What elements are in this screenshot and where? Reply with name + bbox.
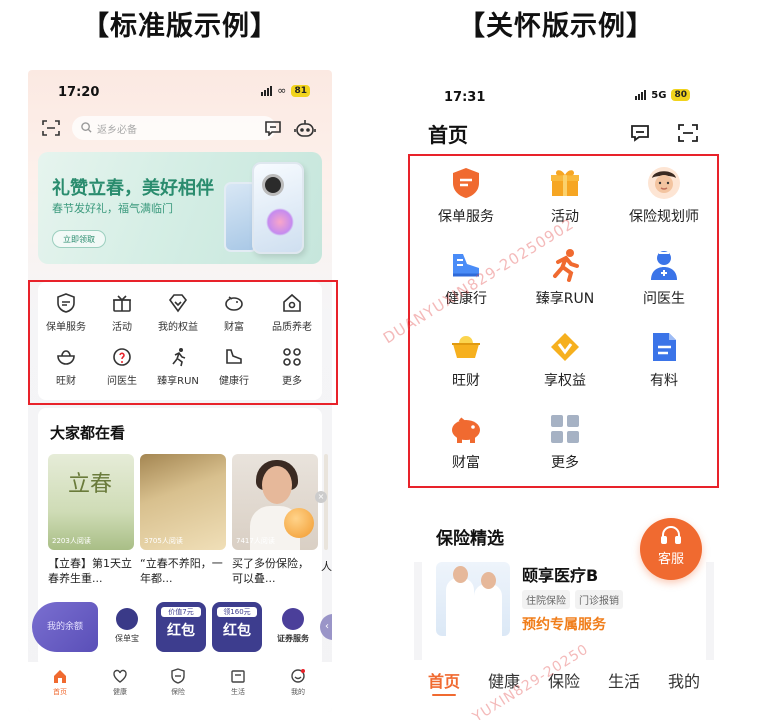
promo-banner[interactable]: 礼赞立春，美好相伴 春节发好礼，福气满临门 立即领取 (38, 152, 322, 264)
red-packet-label: 红包 (223, 623, 251, 639)
banner-claim-button[interactable]: 立即领取 (52, 230, 106, 248)
bao-label: 保单宝 (115, 634, 139, 643)
heart-icon (113, 669, 127, 683)
red-packet-tag: 领160元 (217, 607, 257, 617)
shield-icon (171, 668, 185, 684)
tab-label: 健康 (113, 688, 127, 696)
image-caption: 立春 (68, 472, 113, 497)
section-title: 大家都在看 (50, 424, 126, 442)
balance-button[interactable]: 我的余额 (32, 602, 98, 652)
close-icon[interactable]: × (315, 491, 327, 503)
article-card[interactable]: 3705人阅读 “立春不养阳，一年都... (140, 454, 226, 586)
banner-title: 礼赞立春，美好相伴 (52, 178, 214, 199)
article-card[interactable]: 立春 2203人阅读 【立春】第1天立春养生重... (48, 454, 134, 586)
collapse-icon[interactable]: ‹ (320, 614, 332, 640)
customer-service-button[interactable]: 客服 (640, 518, 702, 580)
tab-home[interactable]: 首页 (428, 668, 460, 696)
tab-mine[interactable]: 我的 (668, 668, 700, 692)
securities-label: 证券服务 (277, 634, 309, 643)
read-count: 3705人阅读 (144, 537, 183, 545)
section-title: 保险精选 (436, 529, 504, 549)
securities-icon (282, 608, 304, 630)
tab-item[interactable]: 我的 (278, 668, 318, 697)
red-packet-2[interactable]: 领160元红包 (212, 602, 262, 652)
banner-subtitle: 春节发好礼，福气满临门 (52, 202, 173, 215)
product-tag: 住院保险 (522, 590, 570, 609)
read-count: 2203人阅读 (52, 537, 91, 545)
status-time: 17:20 (58, 85, 100, 100)
tab-label: 保险 (171, 688, 185, 696)
smile-face-icon (291, 669, 305, 683)
red-packet-tag: 价值7元 (161, 607, 201, 617)
article-title: “立春不养阳，一年都... (140, 557, 223, 585)
search-icon (81, 122, 92, 133)
promo-strip: 我的余额 保单宝 价值7元红包 领160元红包 证券服务 ‹ (32, 598, 332, 656)
message-icon[interactable] (630, 124, 650, 142)
product-image (436, 562, 510, 636)
red-packet-label: 红包 (167, 623, 195, 639)
tab-label: 生活 (231, 688, 245, 696)
article-title: 买了多份保险，可以叠... (232, 557, 309, 585)
service-label: 客服 (657, 552, 684, 567)
scan-icon[interactable] (42, 119, 60, 137)
tab-bar: 首页 健康 保险 生活 我的 (28, 662, 332, 712)
product-name[interactable]: 颐享医疗B (522, 562, 598, 586)
bag-icon (231, 670, 245, 683)
securities-button[interactable]: 证券服务 (268, 602, 318, 652)
tab-label: 我的 (291, 688, 305, 696)
tab-item[interactable]: 首页 (40, 668, 80, 697)
home-icon (54, 670, 66, 683)
caption-standard: 【标准版示例】 (82, 11, 278, 42)
robot-assistant-icon[interactable] (294, 118, 316, 138)
status-bar: 17:31 5G 80 (414, 72, 714, 108)
caption-care: 【关怀版示例】 (458, 11, 654, 42)
read-count: 7417人阅读 (236, 537, 275, 545)
product-tag: 门诊报销 (575, 590, 623, 609)
reserve-service-link[interactable]: 预约专属服务 (522, 614, 606, 634)
policy-bao-button[interactable]: 保单宝 (104, 602, 150, 652)
article-image: 3705人阅读 (140, 454, 226, 550)
battery-badge: 80 (671, 89, 690, 101)
tab-item[interactable]: 生活 (218, 668, 258, 697)
link-icon: ∞ (277, 84, 287, 97)
partial-card-title: 人 (321, 560, 332, 573)
search-input[interactable]: 返乡必备 (72, 116, 276, 140)
headset-icon (661, 526, 681, 544)
tab-item[interactable]: 保险 (158, 668, 198, 697)
tab-label: 首页 (53, 688, 67, 696)
article-card[interactable]: 7417人阅读 买了多份保险，可以叠... (232, 454, 318, 586)
product-tags: 住院保险 门诊报销 (522, 590, 623, 609)
article-image: 立春 2203人阅读 (48, 454, 134, 550)
highlight-box-standard (28, 280, 338, 405)
red-packet-1[interactable]: 价值7元红包 (156, 602, 206, 652)
search-placeholder: 返乡必备 (97, 125, 137, 136)
battery-badge: 81 (291, 84, 310, 97)
network-label: 5G (651, 89, 667, 101)
page-title: 首页 (428, 123, 468, 147)
highlight-box-care (408, 154, 719, 488)
scan-icon[interactable] (678, 123, 698, 143)
article-image: 7417人阅读 (232, 454, 318, 550)
signal-icon (261, 85, 273, 96)
message-icon[interactable] (264, 120, 282, 136)
banner-phone-image (252, 162, 304, 254)
article-title: 【立春】第1天立春养生重... (48, 557, 132, 585)
bao-icon (116, 608, 138, 630)
status-time: 17:31 (444, 90, 486, 105)
signal-icon (635, 90, 647, 100)
tab-item[interactable]: 健康 (100, 668, 140, 697)
tab-life[interactable]: 生活 (608, 668, 640, 692)
search-row: 返乡必备 (28, 116, 332, 146)
status-bar: 17:20 ∞ 81 (28, 70, 332, 106)
